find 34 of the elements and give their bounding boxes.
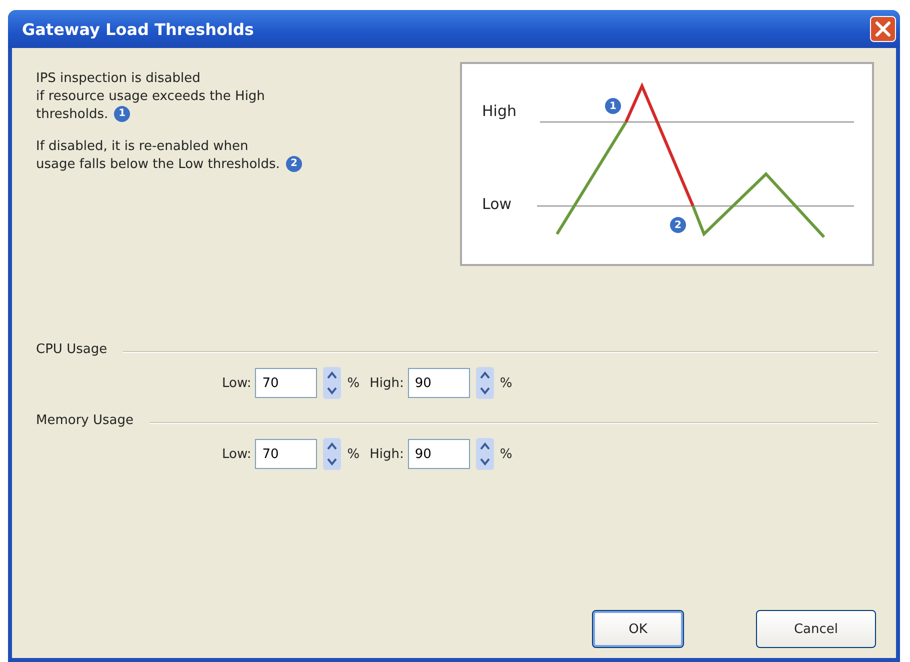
number-badge: 1 xyxy=(605,98,621,114)
unit-label: % xyxy=(347,446,360,462)
low-label: Low xyxy=(482,195,512,213)
number-badge: 2 xyxy=(670,217,686,233)
cancel-button[interactable]: Cancel xyxy=(756,610,876,648)
field-label: High: xyxy=(370,376,404,390)
number-field[interactable]: 70 xyxy=(255,439,318,469)
group-label: CPU Usage xyxy=(36,342,108,357)
description-line: if resource usage exceeds the High xyxy=(36,89,265,104)
window-title: Gateway Load Thresholds xyxy=(22,20,254,38)
field-label: Low: xyxy=(222,446,252,462)
spinner-button[interactable] xyxy=(476,438,494,470)
unit-label: % xyxy=(500,376,512,390)
ok-button[interactable]: OK xyxy=(592,610,684,648)
number-field[interactable]: 90 xyxy=(408,368,470,398)
field-label: Low: xyxy=(222,376,252,390)
description-line: usage falls below the Low thresholds. xyxy=(36,157,280,172)
group-label: Memory Usage xyxy=(36,413,134,428)
description-line: IPS inspection is disabled xyxy=(36,71,200,86)
number-badge: 1 xyxy=(114,106,130,122)
close-button[interactable] xyxy=(870,16,896,42)
spinner-button[interactable] xyxy=(476,367,494,399)
unit-label: % xyxy=(500,446,512,462)
high-label: High xyxy=(482,102,516,120)
number-field[interactable]: 70 xyxy=(255,368,318,398)
field-label: High: xyxy=(370,446,404,462)
description-line: thresholds. xyxy=(36,107,108,122)
description-line: If disabled, it is re-enabled when xyxy=(36,139,248,154)
unit-label: % xyxy=(347,376,360,390)
number-field[interactable]: 90 xyxy=(408,439,470,469)
close-icon xyxy=(874,20,892,38)
spinner-button[interactable] xyxy=(323,438,342,470)
spinner-button[interactable] xyxy=(323,367,342,399)
number-badge: 2 xyxy=(286,156,302,172)
